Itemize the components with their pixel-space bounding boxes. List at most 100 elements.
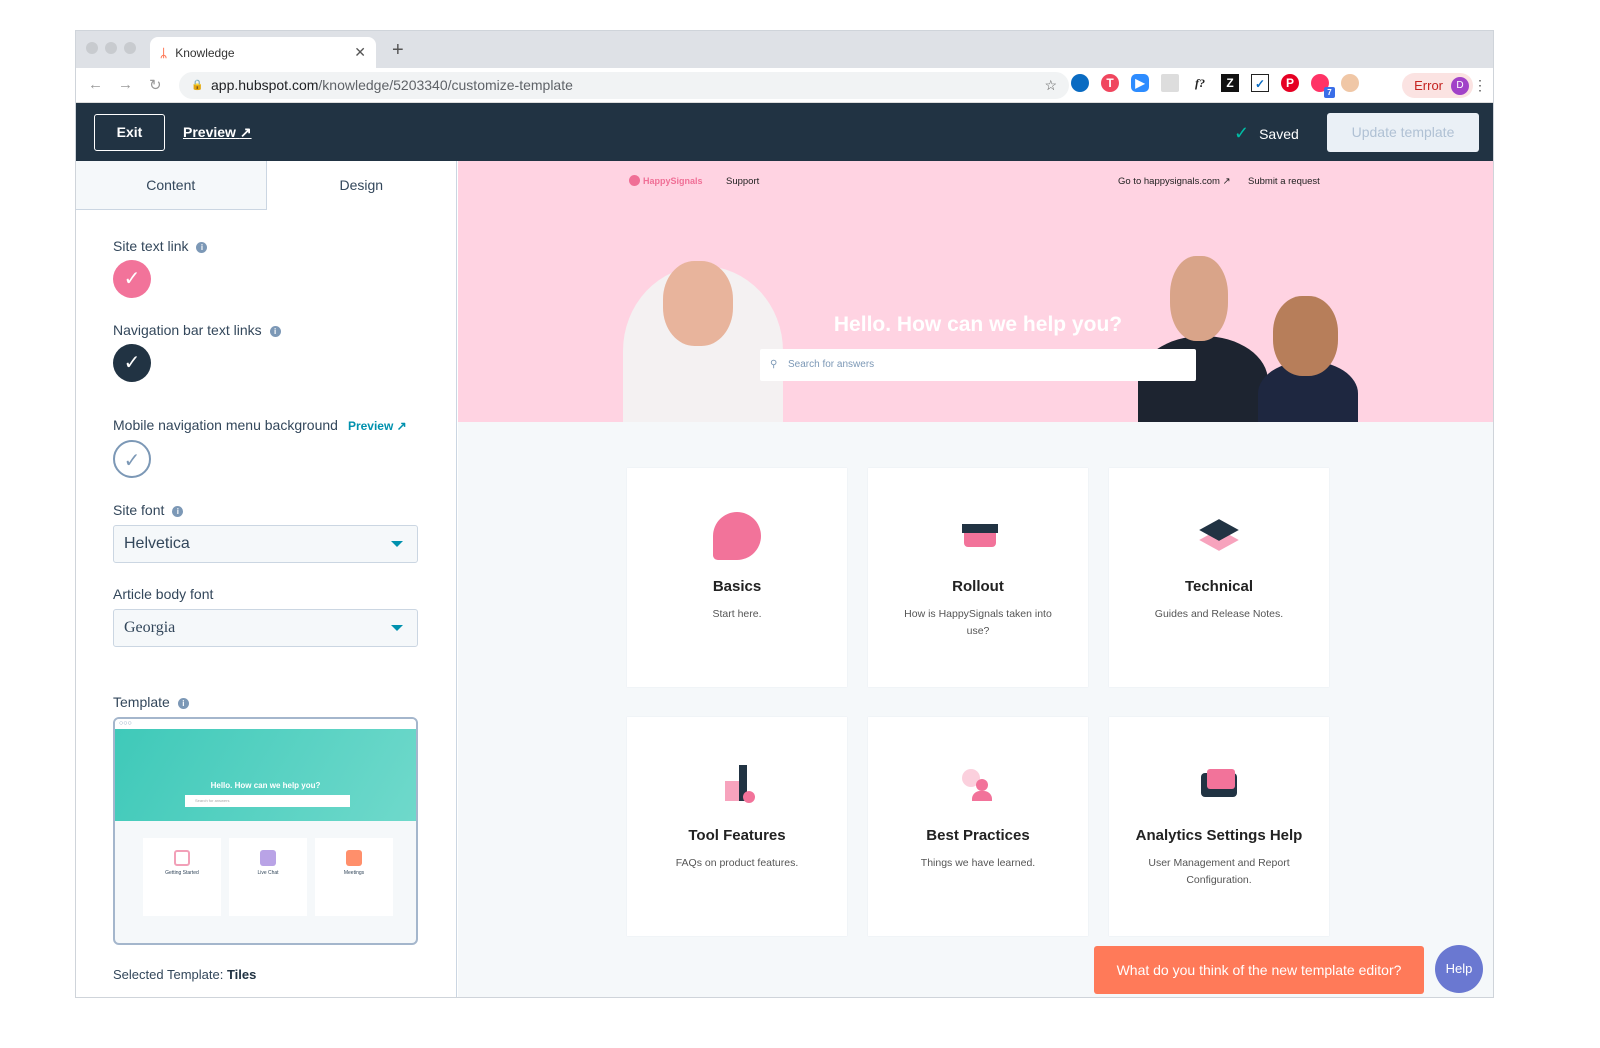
heart-bubble-icon <box>713 512 761 560</box>
search-input[interactable]: ⚲ Search for answers <box>760 349 1196 381</box>
pinterest-icon[interactable]: P <box>1281 74 1299 92</box>
tab-bar: ᛦ Knowledge ✕ + <box>76 31 1493 68</box>
thumb-card-title: Live Chat <box>257 870 279 876</box>
label-text: Site text link <box>113 238 189 254</box>
caret-down-icon <box>391 625 403 631</box>
card-desc: Start here. <box>712 608 762 620</box>
info-icon[interactable]: i <box>177 698 189 709</box>
ext-avatar-icon[interactable] <box>1341 74 1359 92</box>
nav-submit-request[interactable]: Submit a request <box>1248 176 1320 187</box>
person-photo <box>1273 296 1338 376</box>
card-title: Technical <box>1184 578 1254 595</box>
search-icon: ⚲ <box>770 359 778 370</box>
mobile-bg-swatch[interactable]: ✓ <box>113 440 151 478</box>
url-path: /knowledge/5203340/customize-template <box>318 77 573 93</box>
nav-links-label: Navigation bar text links i <box>113 322 281 338</box>
new-tab-button[interactable]: + <box>392 39 404 62</box>
card-desc: User Management and Report Configuration… <box>1148 857 1290 886</box>
external-link-icon: ↗ <box>1222 176 1231 187</box>
article-font-label: Article body font <box>113 586 214 602</box>
preview-label: Preview <box>347 419 394 433</box>
mobile-bg-label: Mobile navigation menu background Preview… <box>113 417 407 433</box>
person-photo <box>663 261 733 346</box>
category-card-rollout[interactable]: Rollout How is HappySignals taken into us… <box>868 468 1088 687</box>
nav-support[interactable]: Support <box>726 176 759 187</box>
selected-template: Selected Template: Tiles <box>113 967 256 982</box>
info-icon[interactable]: i <box>172 506 184 517</box>
extensions: T ▶ f? Z ✓ P 7 <box>1071 74 1359 98</box>
preview-label: Preview <box>183 124 236 140</box>
selected-value: Tiles <box>226 967 257 982</box>
card-desc: How is HappySignals taken into use? <box>904 608 1052 637</box>
site-text-link-label: Site text link i <box>113 238 208 254</box>
thumb-search: Search for answers <box>185 795 350 807</box>
ext-check-icon[interactable]: ✓ <box>1251 74 1269 92</box>
help-button[interactable]: Help <box>1435 945 1483 993</box>
ext-badge: 7 <box>1324 87 1335 98</box>
url-input[interactable]: 🔒 app.hubspot.com/knowledge/5203340/cust… <box>179 72 1069 99</box>
menu-icon[interactable]: ⋮ <box>1473 77 1487 94</box>
card-title: Rollout <box>952 578 1004 595</box>
article-font-select[interactable]: Georgia <box>113 609 418 647</box>
category-card-basics[interactable]: Basics Start here. <box>627 468 847 687</box>
avatar: D <box>1451 76 1469 95</box>
card-desc: Guides and Release Notes. <box>1154 608 1284 620</box>
category-card-analytics[interactable]: Analytics Settings Help User Management a… <box>1109 717 1329 936</box>
category-card-technical[interactable]: Technical Guides and Release Notes. <box>1109 468 1329 687</box>
mobile-preview-link[interactable]: Preview ↗ <box>348 419 407 433</box>
hero-title: Hello. How can we help you? <box>833 313 1123 336</box>
site-text-link-swatch[interactable]: ✓ <box>113 260 151 298</box>
layers-icon <box>1195 512 1243 560</box>
back-icon[interactable]: ← <box>88 76 103 93</box>
thumb-card: Getting Started <box>143 838 221 916</box>
template-thumbnail[interactable]: ○○○ Hello. How can we help you? Search fo… <box>113 717 418 945</box>
nav-links-swatch[interactable]: ✓ <box>113 344 151 382</box>
ext-badge-icon[interactable]: 7 <box>1311 74 1335 98</box>
browser-window: ᛦ Knowledge ✕ + ← → ↻ 🔒 app.hubspot.com/… <box>75 30 1494 998</box>
external-link-icon: ↗ <box>396 419 407 433</box>
template-label: Template i <box>113 694 189 710</box>
category-card-best-practices[interactable]: Best Practices Things we have learned. <box>868 717 1088 936</box>
reload-icon[interactable]: ↻ <box>149 76 162 94</box>
tab-content[interactable]: Content <box>76 161 267 210</box>
ext-copy-icon[interactable] <box>1161 74 1179 92</box>
tab-design[interactable]: Design <box>267 161 457 210</box>
bookmark-star-icon[interactable]: ☆ <box>1044 72 1057 99</box>
ext-f-icon[interactable]: f? <box>1191 74 1209 92</box>
card-title: Best Practices <box>926 827 1030 844</box>
saved-label: Saved <box>1259 126 1299 142</box>
update-template-button[interactable]: Update template <box>1327 113 1479 152</box>
people-icon <box>954 761 1002 809</box>
forward-icon[interactable]: → <box>118 76 133 93</box>
info-icon[interactable]: i <box>269 326 281 337</box>
ext-circle-icon[interactable] <box>1071 74 1089 92</box>
nav-go-to-site[interactable]: Go to happysignals.com ↗ <box>1118 176 1231 187</box>
card-title: Analytics Settings Help <box>1135 827 1303 844</box>
select-value: Helvetica <box>124 535 190 552</box>
brand-logo[interactable]: HappySignals <box>629 175 703 186</box>
card-title: Tool Features <box>688 827 786 844</box>
close-tab-icon[interactable]: ✕ <box>354 44 366 61</box>
preview-hero: HappySignals Support Go to happysignals.… <box>458 161 1493 422</box>
browser-tab[interactable]: ᛦ Knowledge ✕ <box>150 37 376 68</box>
site-font-select[interactable]: Helvetica <box>113 525 418 563</box>
card-title: Basics <box>712 578 762 595</box>
ext-z-icon[interactable]: Z <box>1221 74 1239 92</box>
label-text: Template <box>113 694 170 710</box>
profile-error-button[interactable]: Error D <box>1402 73 1473 98</box>
select-value: Georgia <box>124 619 176 636</box>
cube-icon <box>174 850 190 866</box>
category-card-tool-features[interactable]: Tool Features FAQs on product features. <box>627 717 847 936</box>
exit-button[interactable]: Exit <box>94 114 165 151</box>
card-desc: Things we have learned. <box>920 857 1036 869</box>
thumb-card-title: Meetings <box>343 870 365 876</box>
ext-t-icon[interactable]: T <box>1101 74 1119 92</box>
external-link-icon: ↗ <box>239 124 252 140</box>
preview-link[interactable]: Preview ↗ <box>183 124 252 141</box>
window-controls[interactable] <box>86 42 136 54</box>
feedback-button[interactable]: What do you think of the new template ed… <box>1094 946 1424 994</box>
search-placeholder: Search for answers <box>788 359 875 370</box>
info-icon[interactable]: i <box>196 242 208 253</box>
zoom-icon[interactable]: ▶ <box>1131 74 1149 92</box>
brand-name: HappySignals <box>643 176 703 186</box>
